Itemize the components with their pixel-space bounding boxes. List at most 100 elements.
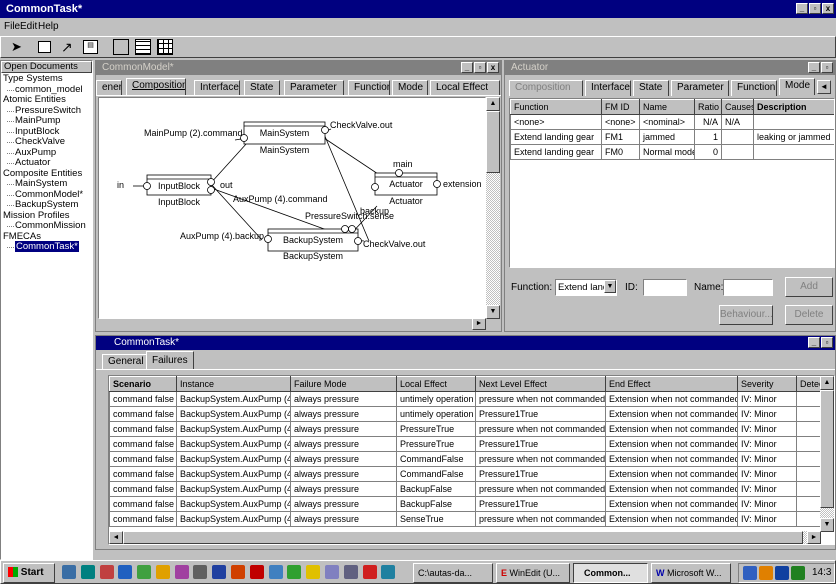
quicklaunch-icon[interactable] [362, 565, 377, 579]
diagram-hscrollbar[interactable]: ► [98, 318, 486, 331]
tab-mode[interactable]: Mode [392, 80, 428, 96]
table-cell[interactable]: BackupSystem.AuxPump (4) [176, 466, 291, 482]
table-cell[interactable]: always pressure [290, 391, 397, 407]
table-cell[interactable]: IV: Minor [737, 496, 797, 512]
table-cell[interactable]: IV: Minor [737, 481, 797, 497]
table-cell[interactable]: Pressure1True [475, 496, 606, 512]
table-cell[interactable]: pressure when not commanded [475, 391, 606, 407]
column-header[interactable]: Ratio [694, 99, 722, 115]
table-cell[interactable]: N/A [721, 114, 754, 130]
column-header[interactable]: Name [639, 99, 695, 115]
table-row[interactable]: Extend landing gear FM0 Normal mode 0 [510, 144, 834, 160]
table-cell[interactable]: command false [109, 451, 177, 467]
add-button[interactable]: Add [785, 277, 833, 297]
table-cell[interactable]: command false [109, 421, 177, 437]
quicklaunch-icon[interactable] [324, 565, 339, 579]
scroll-down-icon[interactable]: ▼ [820, 518, 834, 532]
connect-tool-icon[interactable]: ↗ [61, 39, 77, 55]
tray-icon[interactable] [759, 566, 773, 580]
table-cell[interactable]: Extension when not commanded [605, 391, 738, 407]
table-cell[interactable]: pressure when not commanded [475, 481, 606, 497]
maximize-icon[interactable]: ▫ [474, 62, 486, 73]
table-row[interactable]: command false BackupSystem.AuxPump (4) alw… [109, 391, 822, 407]
table-cell[interactable]: Extension when not commanded [605, 421, 738, 437]
quicklaunch-icon[interactable] [381, 565, 396, 579]
table-cell[interactable]: Extension when not commanded [605, 481, 738, 497]
scroll-left-icon[interactable]: ◄ [109, 531, 123, 544]
table-cell[interactable]: pressure when not commanded [475, 451, 606, 467]
table-cell[interactable]: BackupSystem.AuxPump (4) [176, 436, 291, 452]
view-plain-icon[interactable] [113, 39, 129, 55]
tray-icon[interactable] [743, 566, 757, 580]
diagram-vscrollbar[interactable]: ▲ ▼ [486, 97, 500, 319]
table-cell[interactable]: Extension when not commanded [605, 511, 738, 527]
close-icon[interactable]: x [822, 3, 834, 14]
taskbar-button-winedit[interactable]: E WinEdit (U... [496, 563, 570, 583]
table-cell[interactable] [796, 481, 822, 497]
table-cell[interactable]: PressureTrue [396, 421, 476, 437]
table-cell[interactable]: BackupSystem.AuxPump (4) [176, 481, 291, 497]
delete-button[interactable]: Delete [785, 305, 833, 325]
tab-local-effect[interactable]: Local Effect [430, 80, 500, 96]
table-cell[interactable]: Extension when not commanded [605, 451, 738, 467]
table-cell[interactable]: BackupSystem.AuxPump (4) [176, 511, 291, 527]
quicklaunch-icon[interactable] [155, 565, 170, 579]
table-cell[interactable]: Pressure1True [475, 466, 606, 482]
table-cell[interactable]: Extend landing gear [510, 144, 602, 160]
menu-file[interactable]: File [4, 19, 20, 35]
box-tool-icon[interactable] [38, 41, 51, 53]
table-row[interactable]: command false BackupSystem.AuxPump (4) alw… [109, 421, 822, 437]
table-cell[interactable]: BackupSystem.AuxPump (4) [176, 406, 291, 422]
table-cell[interactable]: CommandFalse [396, 451, 476, 467]
column-header[interactable]: Causes [721, 99, 754, 115]
table-cell[interactable]: command false [109, 436, 177, 452]
minimize-icon[interactable]: _ [461, 62, 473, 73]
tab-composition[interactable]: Composition [509, 80, 583, 96]
quicklaunch-icon[interactable] [118, 565, 133, 579]
table-cell[interactable]: 0 [694, 144, 722, 160]
table-cell[interactable]: Extend landing gear [510, 129, 602, 145]
tab-general[interactable]: General [102, 354, 150, 369]
table-cell[interactable]: command false [109, 481, 177, 497]
table-cell[interactable]: <nominal> [639, 114, 695, 130]
quicklaunch-icon[interactable] [231, 565, 246, 579]
table-row[interactable]: command false BackupSystem.AuxPump (4) alw… [109, 466, 822, 482]
table-cell[interactable]: always pressure [290, 406, 397, 422]
tab-state[interactable]: State [244, 80, 280, 96]
table-cell[interactable]: always pressure [290, 511, 397, 527]
quicklaunch-icon[interactable] [287, 565, 302, 579]
table-cell[interactable] [753, 144, 834, 160]
table-cell[interactable] [796, 466, 822, 482]
table-cell[interactable]: always pressure [290, 496, 397, 512]
behaviour-button[interactable]: Behaviour... [719, 305, 773, 325]
table-cell[interactable]: Extension when not commanded [605, 406, 738, 422]
quicklaunch-icon[interactable] [193, 565, 208, 579]
quicklaunch-icon[interactable] [62, 565, 76, 579]
function-select[interactable]: Extend land ▼ [555, 279, 617, 296]
table-row[interactable]: command false BackupSystem.AuxPump (4) alw… [109, 511, 822, 527]
menu-help[interactable]: Help [38, 19, 59, 35]
table-cell[interactable]: always pressure [290, 481, 397, 497]
column-header[interactable]: Description [753, 99, 834, 115]
table-cell[interactable]: command false [109, 466, 177, 482]
table-row[interactable]: command false BackupSystem.AuxPump (4) alw… [109, 496, 822, 512]
table-cell[interactable]: BackupFalse [396, 496, 476, 512]
menu-edit[interactable]: Edit [20, 19, 37, 35]
table-cell[interactable]: <none> [510, 114, 602, 130]
table-cell[interactable]: PressureTrue [396, 436, 476, 452]
tab-interface[interactable]: Interface [585, 80, 631, 96]
table-cell[interactable]: untimely operation [396, 406, 476, 422]
start-button[interactable]: Start [3, 563, 55, 583]
table-cell[interactable] [721, 144, 754, 160]
table-cell[interactable]: IV: Minor [737, 421, 797, 437]
tree-item[interactable]: CommonTask* [3, 241, 92, 253]
table-row[interactable]: command false BackupSystem.AuxPump (4) alw… [109, 481, 822, 497]
table-cell[interactable]: always pressure [290, 421, 397, 437]
scroll-right-icon[interactable]: ► [472, 318, 486, 330]
table-cell[interactable]: IV: Minor [737, 466, 797, 482]
table-cell[interactable] [796, 436, 822, 452]
table-cell[interactable]: Extension when not commanded [605, 436, 738, 452]
scroll-thumb[interactable] [486, 111, 500, 173]
table-cell[interactable]: SenseTrue [396, 511, 476, 527]
table-cell[interactable]: FM1 [601, 129, 640, 145]
